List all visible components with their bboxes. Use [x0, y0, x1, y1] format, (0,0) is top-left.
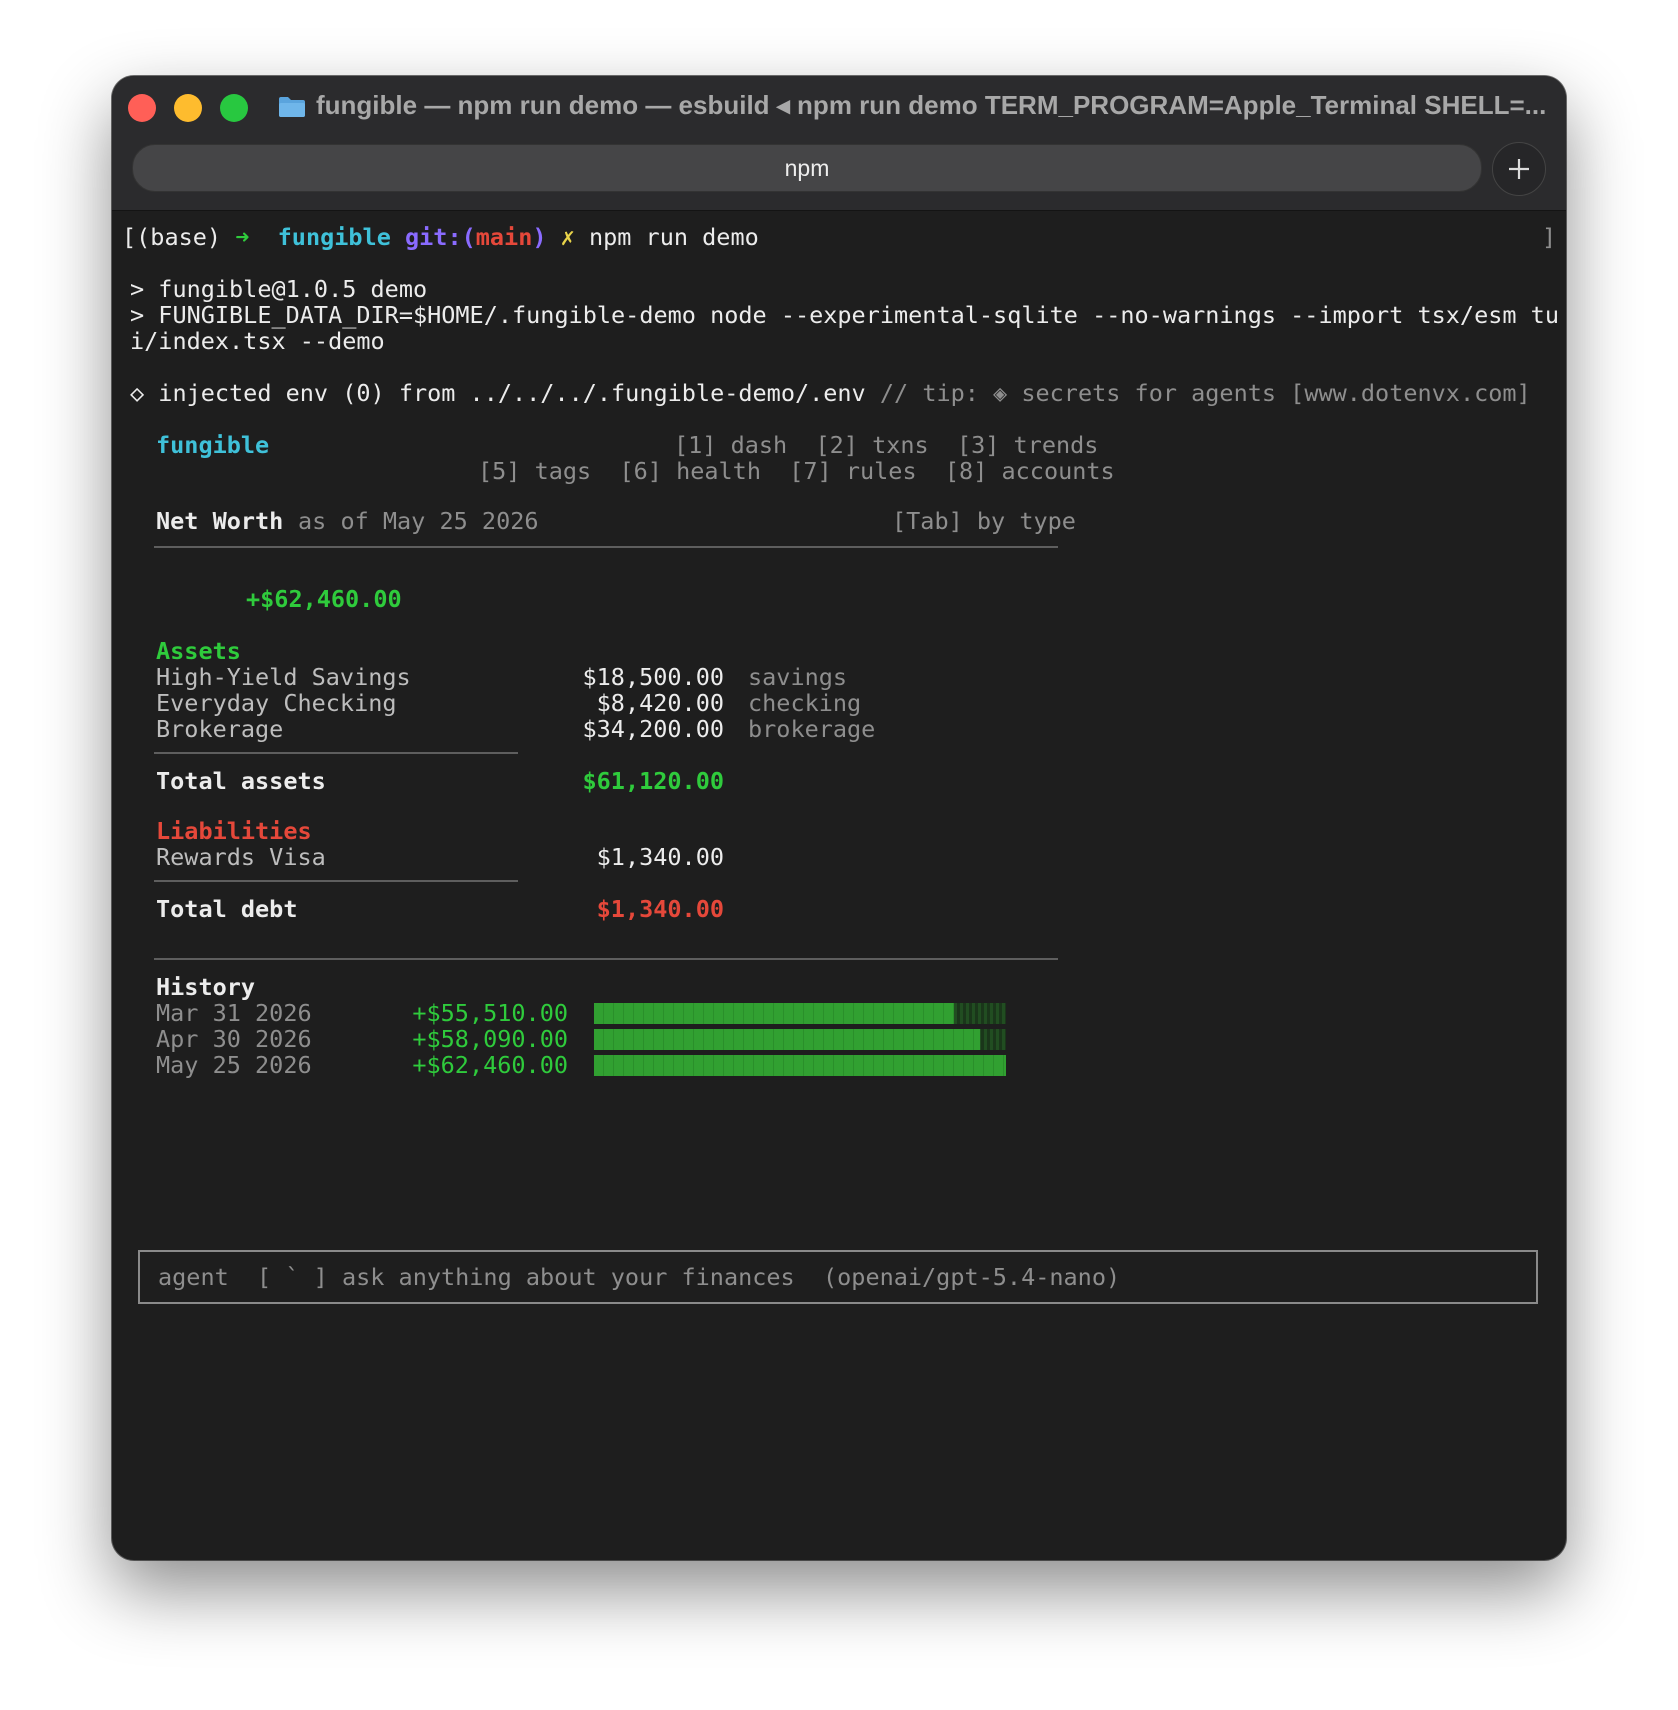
- divider: [154, 752, 518, 754]
- dotenv-message: ◇ injected env (0) from ../../../.fungib…: [130, 378, 1531, 408]
- window-title: fungible — npm run demo — esbuild ◂ npm …: [316, 90, 1547, 120]
- asset-amount: $34,200.00: [582, 715, 724, 743]
- asset-name: Brokerage: [156, 715, 284, 743]
- nav-item-accounts[interactable]: [8] accounts: [945, 457, 1115, 485]
- history-bar: [594, 1029, 1006, 1050]
- agent-shortcut: [ ` ]: [257, 1263, 328, 1291]
- prompt-arrow-icon: ➜: [235, 223, 250, 251]
- title-bar: fungible — npm run demo — esbuild ◂ npm …: [112, 76, 1566, 211]
- total-assets-label: Total assets: [156, 767, 326, 795]
- git-label-close: ): [532, 223, 547, 251]
- nav-row-2: [5] tags [6] health [7] rules [8] accoun…: [478, 456, 1115, 486]
- zoom-window-button[interactable]: [220, 94, 248, 122]
- history-bar: [594, 1055, 1006, 1076]
- history-bar: [594, 1003, 1006, 1024]
- nav-item-trends[interactable]: [3] trends: [957, 431, 1098, 459]
- npm-output-line: i/index.tsx --demo: [130, 327, 385, 355]
- conda-env: [(base): [122, 223, 222, 251]
- git-branch: main: [475, 223, 533, 251]
- history-bar-fill: [594, 1055, 1006, 1076]
- tab-by-type-hint[interactable]: [Tab] by type: [892, 506, 1076, 536]
- history-date: May 25 2026: [156, 1051, 312, 1079]
- divider: [154, 880, 518, 882]
- app-name: fungible: [156, 431, 270, 459]
- liability-name: Rewards Visa: [156, 843, 326, 871]
- plus-icon: [1509, 159, 1529, 179]
- liability-amount: $1,340.00: [596, 843, 724, 871]
- dotenv-tip: // tip: ◈ secrets for agents [www.dotenv…: [879, 379, 1531, 407]
- asset-type: brokerage: [748, 715, 876, 743]
- agent-hint: ask anything about your finances: [341, 1263, 795, 1291]
- tab-label: npm: [784, 155, 830, 181]
- dotenv-main: ◇ injected env (0) from ../../../.fungib…: [130, 379, 866, 407]
- history-value: +$62,460.00: [412, 1051, 568, 1079]
- nav-item-rules[interactable]: [7] rules: [789, 457, 916, 485]
- net-worth-title: Net Worth: [156, 507, 284, 535]
- agent-label: agent: [158, 1263, 229, 1291]
- total-assets-value: $61,120.00: [582, 767, 724, 795]
- git-label: git:(: [405, 223, 476, 251]
- shell-command: npm run demo: [588, 223, 759, 251]
- nav-item-health[interactable]: [6] health: [619, 457, 760, 485]
- history-bar-fill: [594, 1029, 981, 1050]
- tab-npm[interactable]: npm: [132, 144, 1482, 192]
- prompt-right-bracket: ]: [1542, 223, 1557, 251]
- nav-item-dash[interactable]: [1] dash: [674, 431, 787, 459]
- nav-item-txns[interactable]: [2] txns: [815, 431, 928, 459]
- terminal-content[interactable]: [(base) ➜ fungible git:(main) ✗ npm run …: [112, 210, 1566, 1560]
- divider: [154, 546, 1058, 548]
- terminal-window: fungible — npm run demo — esbuild ◂ npm …: [112, 76, 1566, 1560]
- total-debt-label: Total debt: [156, 895, 298, 923]
- agent-model: (openai/gpt-5.4-nano): [823, 1263, 1121, 1291]
- minimize-window-button[interactable]: [174, 94, 202, 122]
- prompt-directory: fungible: [277, 223, 391, 251]
- divider: [154, 958, 1058, 960]
- folder-icon: [279, 97, 305, 117]
- new-tab-button[interactable]: [1492, 142, 1546, 196]
- history-bar-fill: [594, 1003, 955, 1024]
- close-window-button[interactable]: [128, 94, 156, 122]
- shell-prompt: [(base) ➜ fungible git:(main) ✗ npm run …: [122, 222, 759, 252]
- agent-input-text: agent [ ` ] ask anything about your fina…: [158, 1262, 1120, 1292]
- net-worth-as-of: as of May 25 2026: [298, 507, 539, 535]
- total-debt-value: $1,340.00: [596, 895, 724, 923]
- net-worth-total: +$62,460.00: [246, 585, 402, 613]
- git-dirty-icon: ✗: [560, 223, 575, 251]
- nav-item-tags[interactable]: [5] tags: [478, 457, 591, 485]
- agent-input[interactable]: agent [ ` ] ask anything about your fina…: [138, 1250, 1538, 1304]
